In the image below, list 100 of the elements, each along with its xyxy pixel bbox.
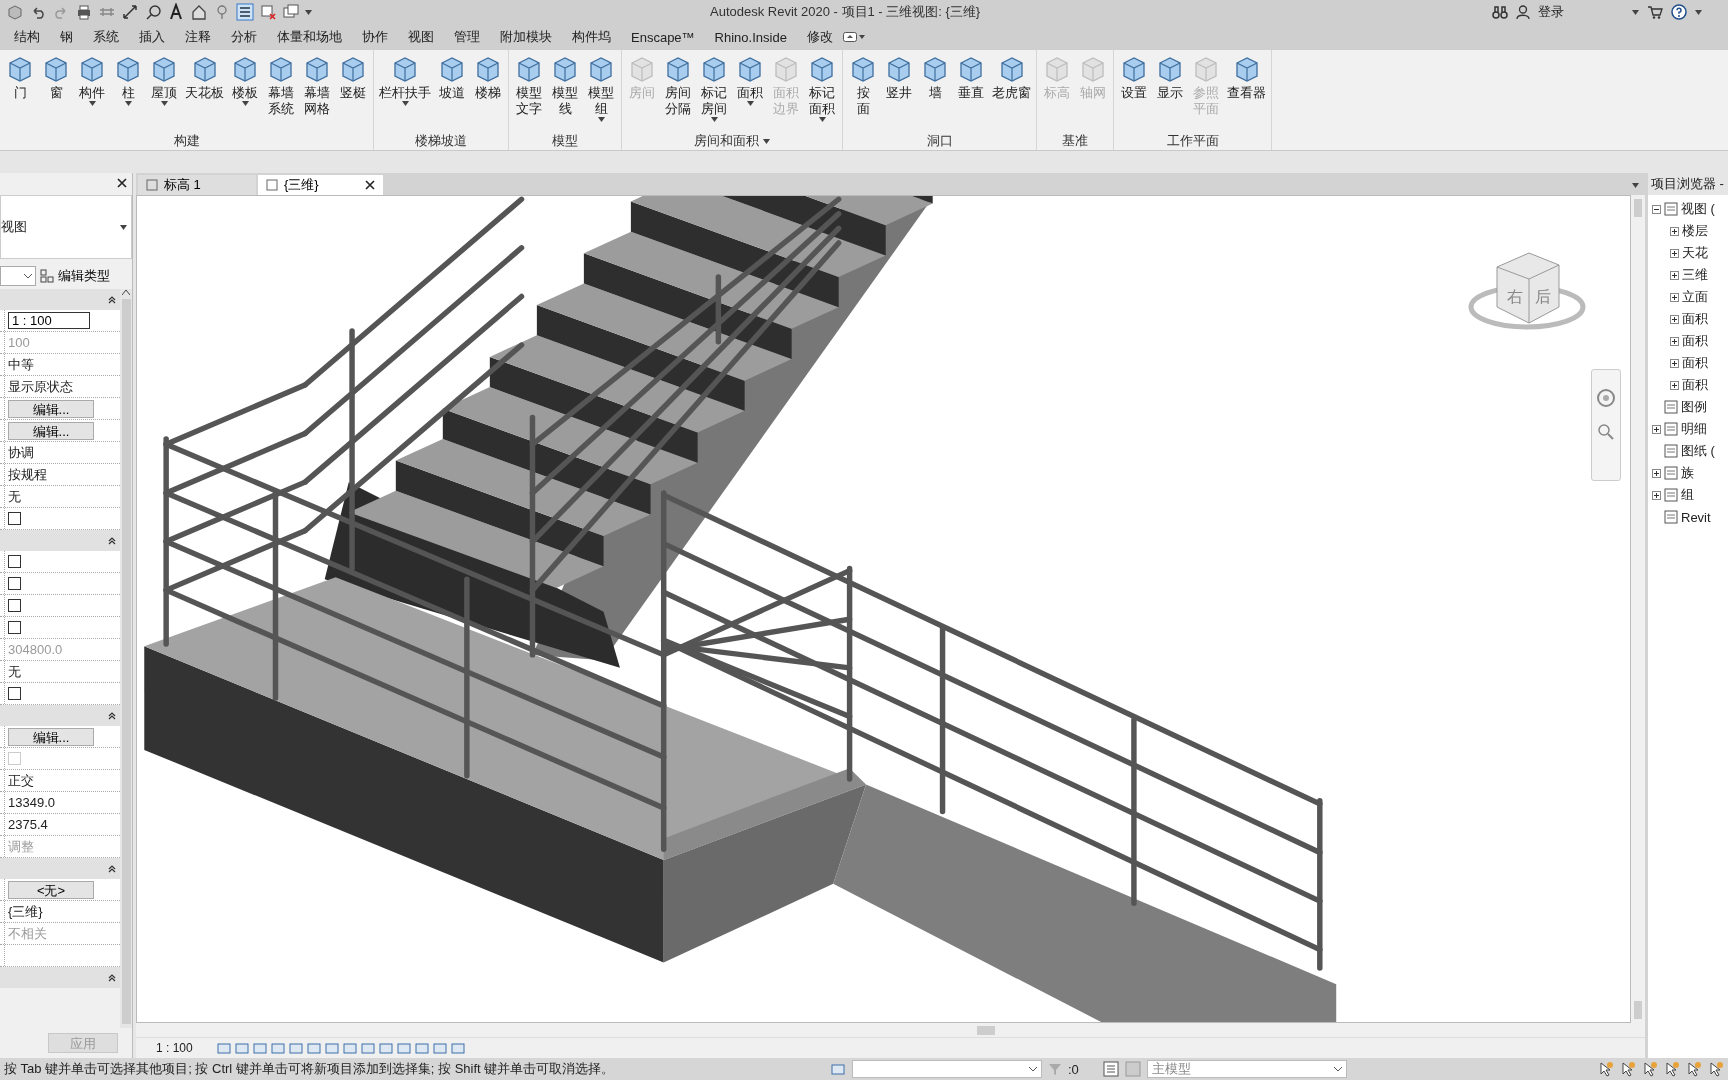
- cart-icon[interactable]: [1647, 5, 1663, 19]
- help-icon[interactable]: [1671, 4, 1687, 20]
- expand-toggle-icon[interactable]: [1670, 380, 1679, 390]
- ribbon-button[interactable]: 设置: [1116, 52, 1152, 132]
- checkbox[interactable]: [8, 577, 21, 590]
- scale-label[interactable]: 1 : 100: [156, 1041, 193, 1055]
- scroll-up-icon[interactable]: [122, 289, 130, 295]
- ribbon-button[interactable]: 坡道: [434, 52, 470, 132]
- browser-item[interactable]: 图例: [1681, 398, 1707, 416]
- collapse-chevron-icon[interactable]: [108, 864, 116, 873]
- ribbon-tab[interactable]: 注释: [175, 25, 221, 49]
- expand-toggle-icon[interactable]: [1670, 358, 1679, 368]
- ribbon-button[interactable]: 天花板: [182, 52, 227, 132]
- expand-toggle-icon[interactable]: [1670, 248, 1679, 258]
- edit-button[interactable]: 编辑...: [8, 727, 94, 746]
- diagonal-dimension-icon[interactable]: [121, 3, 139, 21]
- caret-icon[interactable]: [160, 101, 168, 106]
- chevron-down-icon[interactable]: [24, 273, 32, 279]
- caret-icon[interactable]: [1632, 9, 1639, 15]
- ribbon-button[interactable]: 房间 分隔: [660, 52, 696, 132]
- collapse-toggle-icon[interactable]: [1652, 204, 1661, 214]
- chevron-down-icon[interactable]: [1029, 1066, 1037, 1072]
- close-icon[interactable]: [365, 180, 375, 190]
- view-tab[interactable]: {三维}: [258, 175, 383, 195]
- ribbon-tab[interactable]: Enscape™: [621, 26, 705, 48]
- sign-in-link[interactable]: 登录: [1538, 3, 1564, 21]
- expand-toggle-icon[interactable]: [1670, 336, 1679, 346]
- scrollbar[interactable]: [136, 1023, 1645, 1037]
- caret-icon[interactable]: [124, 101, 132, 106]
- ribbon-tab[interactable]: 视图: [398, 25, 444, 49]
- checkbox[interactable]: [8, 555, 21, 568]
- edit-type-button[interactable]: 编辑类型: [40, 267, 110, 285]
- ribbon-button[interactable]: 柱: [110, 52, 146, 132]
- type-selector[interactable]: 视图: [0, 195, 132, 259]
- list-icon[interactable]: [1102, 1061, 1119, 1077]
- checkbox[interactable]: [8, 512, 21, 525]
- browser-item[interactable]: Revit: [1681, 509, 1711, 525]
- browser-item[interactable]: 面积: [1682, 332, 1708, 350]
- browser-item[interactable]: 面积: [1682, 354, 1708, 372]
- chevron-down-icon[interactable]: [1333, 1066, 1342, 1072]
- ribbon-button[interactable]: 模型 组: [583, 52, 619, 132]
- caret-icon[interactable]: [818, 117, 826, 122]
- ribbon-button[interactable]: 垂直: [953, 52, 989, 132]
- house-icon[interactable]: [190, 3, 208, 21]
- ribbon-tab[interactable]: 协作: [352, 25, 398, 49]
- browser-item[interactable]: 组: [1681, 486, 1694, 504]
- expand-toggle-icon[interactable]: [1670, 292, 1679, 302]
- ribbon-button[interactable]: 窗: [38, 52, 74, 132]
- list-icon[interactable]: [236, 3, 254, 21]
- browser-item[interactable]: 明细: [1681, 420, 1707, 438]
- panel-title[interactable]: 房间和面积: [694, 132, 770, 150]
- caret-icon[interactable]: [763, 138, 770, 144]
- expand-toggle-icon[interactable]: [1652, 424, 1661, 434]
- ribbon-button[interactable]: 屋顶: [146, 52, 182, 132]
- ribbon-button[interactable]: 楼梯: [470, 52, 506, 132]
- collapse-chevron-icon[interactable]: [108, 536, 116, 545]
- caret-icon[interactable]: [746, 101, 754, 106]
- ribbon-button[interactable]: 标记 面积: [804, 52, 840, 132]
- ribbon-button[interactable]: 查看器: [1224, 52, 1269, 132]
- close-windows-icon[interactable]: [259, 3, 277, 21]
- caret-icon[interactable]: [401, 101, 409, 106]
- ribbon-button[interactable]: 墙: [917, 52, 953, 132]
- ribbon-tab[interactable]: 分析: [221, 25, 267, 49]
- edit-button[interactable]: 编辑...: [8, 399, 94, 418]
- ribbon-button[interactable]: 标记 房间: [696, 52, 732, 132]
- browser-item[interactable]: 三维: [1682, 266, 1708, 284]
- ribbon-button[interactable]: 幕墙 系统: [263, 52, 299, 132]
- caret-icon[interactable]: [120, 224, 127, 230]
- collapse-chevron-icon[interactable]: [108, 973, 116, 982]
- ribbon-button[interactable]: 栏杆扶手: [376, 52, 434, 132]
- printer-icon[interactable]: [75, 3, 93, 21]
- switch-windows-icon[interactable]: [282, 3, 300, 21]
- steering-wheel-icon[interactable]: [1596, 388, 1616, 408]
- expand-toggle-icon[interactable]: [1652, 468, 1661, 478]
- ribbon-button[interactable]: 构件: [74, 52, 110, 132]
- browser-item[interactable]: 族: [1681, 464, 1694, 482]
- expand-toggle-icon[interactable]: [1652, 490, 1661, 500]
- checkbox[interactable]: [8, 599, 21, 612]
- ribbon-button[interactable]: 模型 文字: [511, 52, 547, 132]
- ribbon-tab[interactable]: 管理: [444, 25, 490, 49]
- caret-icon[interactable]: [305, 9, 312, 15]
- ribbon-tab[interactable]: 钢: [50, 25, 83, 49]
- browser-item[interactable]: 立面: [1682, 288, 1708, 306]
- caret-icon[interactable]: [597, 117, 605, 122]
- ribbon-tab[interactable]: Rhino.Inside: [704, 26, 797, 48]
- browser-item[interactable]: 视图 (: [1681, 200, 1715, 218]
- ribbon-button[interactable]: 竖井: [881, 52, 917, 132]
- letter-tool-icon[interactable]: [167, 3, 185, 21]
- ribbon-button[interactable]: 门: [2, 52, 38, 132]
- view-tab[interactable]: 标高 1: [138, 175, 256, 195]
- expand-toggle-icon[interactable]: [1670, 270, 1679, 280]
- binoculars-icon[interactable]: [1492, 5, 1508, 19]
- ribbon-button[interactable]: 按 面: [845, 52, 881, 132]
- panel-toggle-icon[interactable]: [842, 32, 865, 42]
- collapse-chevron-icon[interactable]: [108, 711, 116, 720]
- browser-item[interactable]: 面积: [1682, 310, 1708, 328]
- checkbox[interactable]: [8, 687, 21, 700]
- caret-icon[interactable]: [1695, 9, 1702, 15]
- expand-toggle-icon[interactable]: [1670, 314, 1679, 324]
- ribbon-button[interactable]: 楼板: [227, 52, 263, 132]
